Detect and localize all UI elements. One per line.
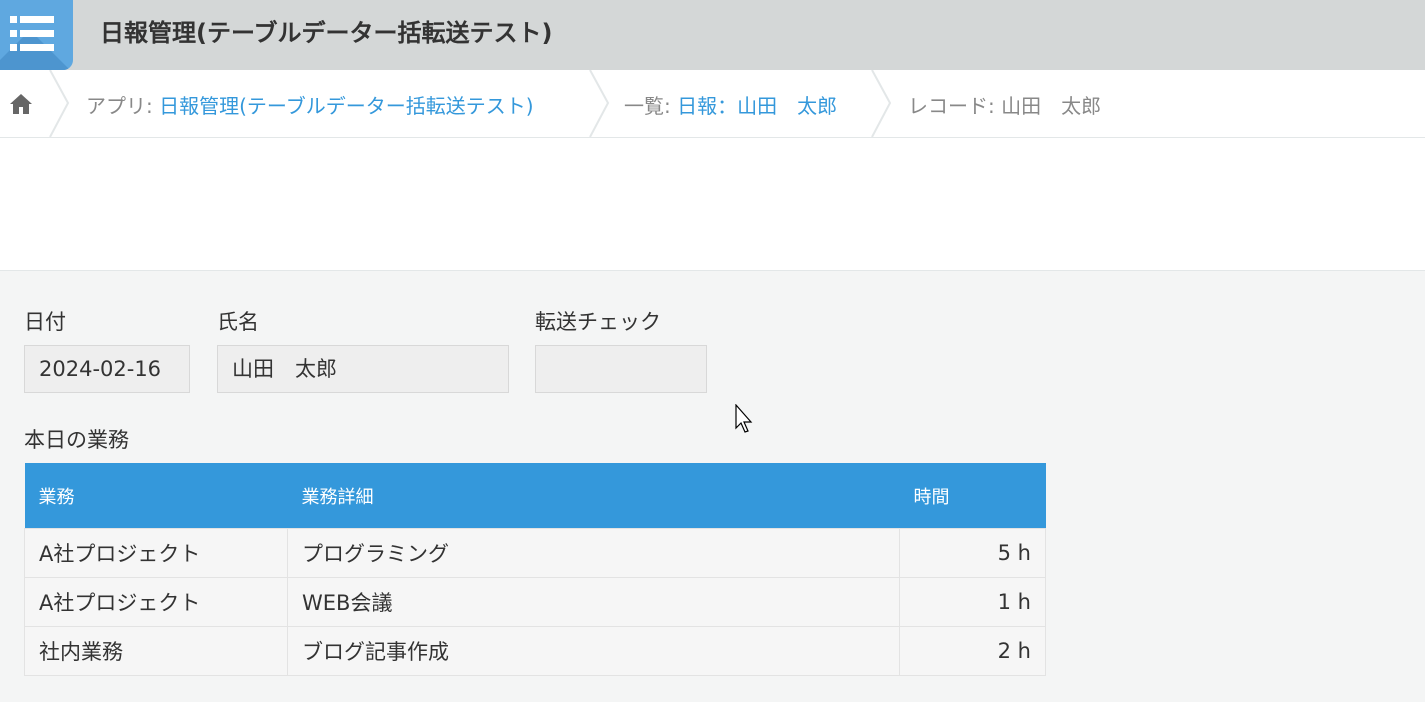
column-header-detail: 業務詳細 bbox=[287, 463, 900, 529]
detail-cell: ブログ記事作成 bbox=[287, 626, 900, 676]
date-label: 日付 bbox=[24, 310, 66, 334]
column-header-time: 時間 bbox=[899, 463, 1046, 529]
app-title: 日報管理(テーブルデーター括転送テスト) bbox=[100, 19, 553, 47]
transfer-check-label: 転送チェック bbox=[535, 310, 661, 334]
breadcrumb-app-prefix: アプリ: bbox=[86, 94, 160, 118]
breadcrumb-app: アプリ: 日報管理(テーブルデーター括転送テスト) bbox=[86, 90, 534, 119]
column-header-task: 業務 bbox=[24, 463, 288, 529]
tasks-label: 本日の業務 bbox=[24, 428, 129, 452]
breadcrumb-record: レコード: 山田 太郎 bbox=[908, 90, 1101, 119]
task-cell: 社内業務 bbox=[24, 626, 288, 676]
table-row: A社プロジェクト WEB会議 1 h bbox=[24, 577, 1046, 627]
table-row: A社プロジェクト プログラミング 5 h bbox=[24, 528, 1046, 578]
breadcrumb-app-link[interactable]: 日報管理(テーブルデーター括転送テスト) bbox=[159, 94, 533, 118]
time-cell: 2 h bbox=[899, 626, 1046, 676]
breadcrumb-view-prefix: 一覧: bbox=[624, 94, 678, 118]
app-icon[interactable] bbox=[0, 0, 73, 70]
time-cell: 5 h bbox=[899, 528, 1046, 578]
breadcrumb-separator bbox=[871, 70, 892, 137]
mouse-cursor-icon bbox=[735, 404, 753, 433]
home-icon[interactable] bbox=[9, 92, 33, 116]
date-field: 2024-02-16 bbox=[24, 345, 190, 393]
breadcrumb-separator bbox=[49, 70, 70, 137]
table-header-row: 業務 業務詳細 時間 bbox=[24, 463, 1046, 529]
detail-cell: プログラミング bbox=[287, 528, 900, 578]
breadcrumb-view: 一覧: 日報：山田 太郎 bbox=[624, 90, 837, 119]
table-row: 社内業務 ブログ記事作成 2 h bbox=[24, 626, 1046, 676]
task-cell: A社プロジェクト bbox=[24, 577, 288, 627]
time-cell: 1 h bbox=[899, 577, 1046, 627]
name-label: 氏名 bbox=[217, 310, 259, 334]
app-header: 日報管理(テーブルデーター括転送テスト) bbox=[0, 0, 1425, 70]
tasks-table: 業務 業務詳細 時間 A社プロジェクト プログラミング 5 h A社プロジェクト… bbox=[24, 463, 1046, 676]
name-field: 山田 太郎 bbox=[217, 345, 509, 393]
breadcrumb-record-prefix: レコード: bbox=[908, 94, 1002, 118]
toolbar-area bbox=[0, 138, 1425, 271]
breadcrumb-record-name: 山田 太郎 bbox=[1001, 94, 1102, 118]
detail-cell: WEB会議 bbox=[287, 577, 900, 627]
breadcrumb-view-link[interactable]: 日報：山田 太郎 bbox=[677, 94, 837, 118]
breadcrumb-separator bbox=[589, 70, 610, 137]
breadcrumb: アプリ: 日報管理(テーブルデーター括転送テスト) 一覧: 日報：山田 太郎 レ… bbox=[0, 70, 1425, 138]
transfer-check-field bbox=[535, 345, 707, 393]
list-icon bbox=[10, 16, 54, 51]
task-cell: A社プロジェクト bbox=[24, 528, 288, 578]
